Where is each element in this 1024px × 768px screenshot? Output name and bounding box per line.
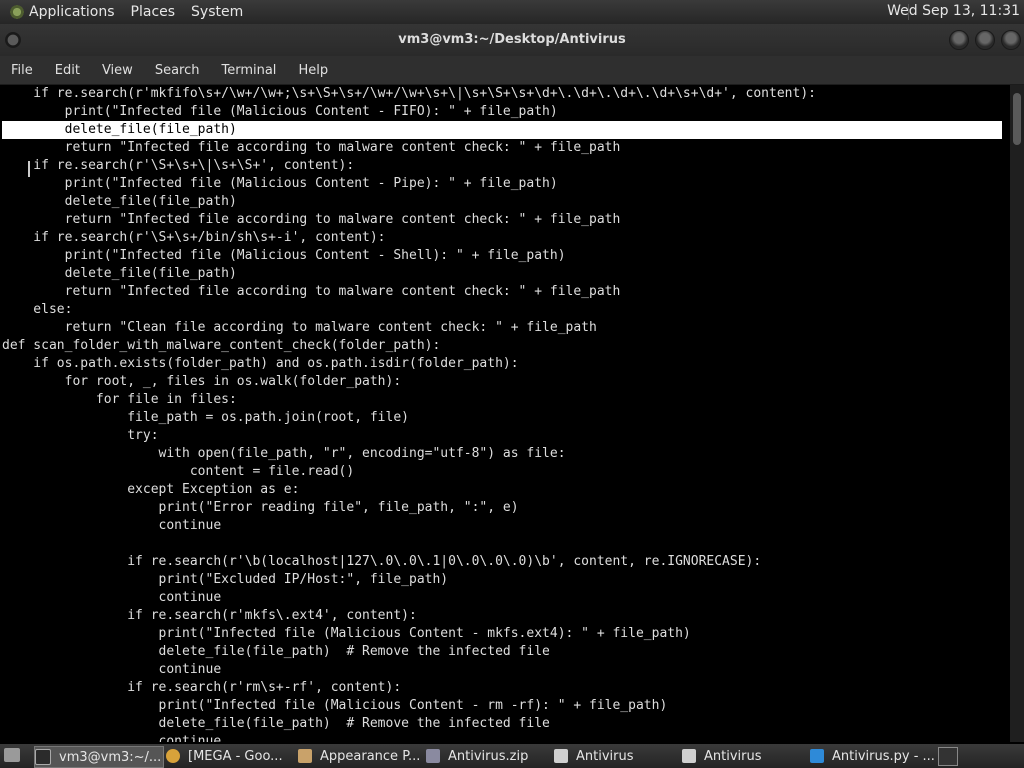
taskbar-item-label: [MEGA - Goo...	[188, 748, 283, 764]
menu-help[interactable]: Help	[287, 63, 339, 78]
taskbar-item-label: vm3@vm3:~/...	[59, 749, 162, 765]
terminal-line: if re.search(r'\S+\s+\|\s+\S+', content)…	[2, 158, 355, 173]
show-desktop-icon[interactable]	[4, 748, 20, 762]
terminal-line: else:	[2, 302, 73, 317]
terminal-line: return "Infected file according to malwa…	[2, 284, 621, 299]
terminal-line: except Exception as e:	[2, 482, 300, 497]
terminal-line: with open(file_path, "r", encoding="utf-…	[2, 446, 566, 461]
chrome-icon	[166, 749, 180, 763]
terminal-line: return "Clean file according to malware …	[2, 320, 597, 335]
bottom-taskbar: vm3@vm3:~/... [MEGA - Goo... Appearance P.…	[0, 744, 1024, 768]
terminal-line: for file in files:	[2, 392, 237, 407]
terminal-line: print("Error reading file", file_path, "…	[2, 500, 519, 515]
terminal-line: return "Infected file according to malwa…	[2, 212, 621, 227]
minimize-icon[interactable]	[949, 30, 969, 50]
terminal-line: if re.search(r'\S+\s+/bin/sh\s+-i', cont…	[2, 230, 386, 245]
system-menu[interactable]: System	[191, 4, 243, 20]
folder-icon	[682, 749, 696, 763]
terminal-line: continue	[2, 734, 222, 742]
applications-menu[interactable]: Applications	[29, 4, 115, 20]
terminal-line: def scan_folder_with_malware_content_che…	[2, 338, 441, 353]
window-title: vm3@vm3:~/Desktop/Antivirus	[398, 32, 626, 47]
scrollbar-thumb[interactable]	[1013, 93, 1021, 145]
maximize-icon[interactable]	[975, 30, 995, 50]
top-panel: Applications Places System Wed Sep 13, 1…	[0, 0, 1024, 24]
terminal-line: for root, _, files in os.walk(folder_pat…	[2, 374, 402, 389]
terminal-line: delete_file(file_path) # Remove the infe…	[2, 644, 550, 659]
places-menu[interactable]: Places	[131, 4, 176, 20]
terminal-line: print("Infected file (Malicious Content …	[2, 176, 558, 191]
taskbar-item[interactable]: vm3@vm3:~/...	[34, 746, 164, 768]
folder-icon	[554, 749, 568, 763]
terminal-line: continue	[2, 662, 222, 677]
taskbar-item-label: Antivirus.zip	[448, 748, 529, 764]
archive-icon	[426, 749, 440, 763]
gnome-foot-icon[interactable]	[9, 4, 25, 20]
terminal-line: delete_file(file_path)	[2, 121, 1002, 139]
terminal-line: delete_file(file_path)	[2, 194, 237, 209]
terminal-line: print("Infected file (Malicious Content …	[2, 104, 558, 119]
menu-terminal[interactable]: Terminal	[210, 63, 287, 78]
terminal-line: continue	[2, 518, 222, 533]
taskbar-item[interactable]: Antivirus.zip	[426, 746, 550, 766]
taskbar-item[interactable]: Antivirus	[682, 746, 806, 766]
terminal-icon	[35, 749, 51, 765]
terminal-line: if re.search(r'rm\s+-rf', content):	[2, 680, 402, 695]
taskbar-item-label: Antivirus.py - ...	[832, 748, 934, 764]
terminal-line: if os.path.exists(folder_path) and os.pa…	[2, 356, 519, 371]
terminal-line: file_path = os.path.join(root, file)	[2, 410, 409, 425]
menu-edit[interactable]: Edit	[44, 63, 91, 78]
terminal-line: print("Infected file (Malicious Content …	[2, 626, 691, 641]
terminal-line: continue	[2, 590, 222, 605]
terminal-line: delete_file(file_path)	[2, 266, 237, 281]
taskbar-item-label: Appearance P...	[320, 748, 421, 764]
terminal-line: content = file.read()	[2, 464, 355, 479]
terminal-line: print("Infected file (Malicious Content …	[2, 698, 668, 713]
terminal-line: if re.search(r'mkfifo\s+/\w+/\w+;\s+\S+\…	[2, 86, 816, 101]
vscode-icon	[810, 749, 824, 763]
terminal-line: if re.search(r'mkfs\.ext4', content):	[2, 608, 417, 623]
taskbar-item[interactable]: Antivirus.py - ...	[810, 746, 934, 766]
taskbar-item[interactable]: [MEGA - Goo...	[166, 746, 294, 766]
workspace-switcher[interactable]	[938, 747, 958, 766]
appearance-icon	[298, 749, 312, 763]
terminal-line: if re.search(r'\b(localhost|127\.0\.0\.1…	[2, 554, 762, 569]
terminal-scrollbar[interactable]	[1010, 85, 1024, 742]
terminal-line: try:	[2, 428, 159, 443]
taskbar-item-label: Antivirus	[704, 748, 762, 764]
terminal-line: return "Infected file according to malwa…	[2, 140, 621, 155]
taskbar-item[interactable]: Antivirus	[554, 746, 678, 766]
panel-clock[interactable]: Wed Sep 13, 11:31	[887, 3, 1020, 19]
terminal-line: print("Excluded IP/Host:", file_path)	[2, 572, 449, 587]
terminal-line: delete_file(file_path) # Remove the infe…	[2, 716, 550, 731]
menu-file[interactable]: File	[0, 63, 44, 78]
terminal-menubar: File Edit View Search Terminal Help	[0, 56, 1024, 85]
menu-search[interactable]: Search	[144, 63, 211, 78]
menu-view[interactable]: View	[91, 63, 144, 78]
terminal-output[interactable]: if re.search(r'mkfifo\s+/\w+/\w+;\s+\S+\…	[0, 85, 1010, 742]
terminal-line: print("Infected file (Malicious Content …	[2, 248, 566, 263]
taskbar-item[interactable]: Appearance P...	[298, 746, 422, 766]
taskbar-item-label: Antivirus	[576, 748, 634, 764]
close-icon[interactable]	[1001, 30, 1021, 50]
window-titlebar[interactable]: vm3@vm3:~/Desktop/Antivirus	[0, 24, 1024, 56]
